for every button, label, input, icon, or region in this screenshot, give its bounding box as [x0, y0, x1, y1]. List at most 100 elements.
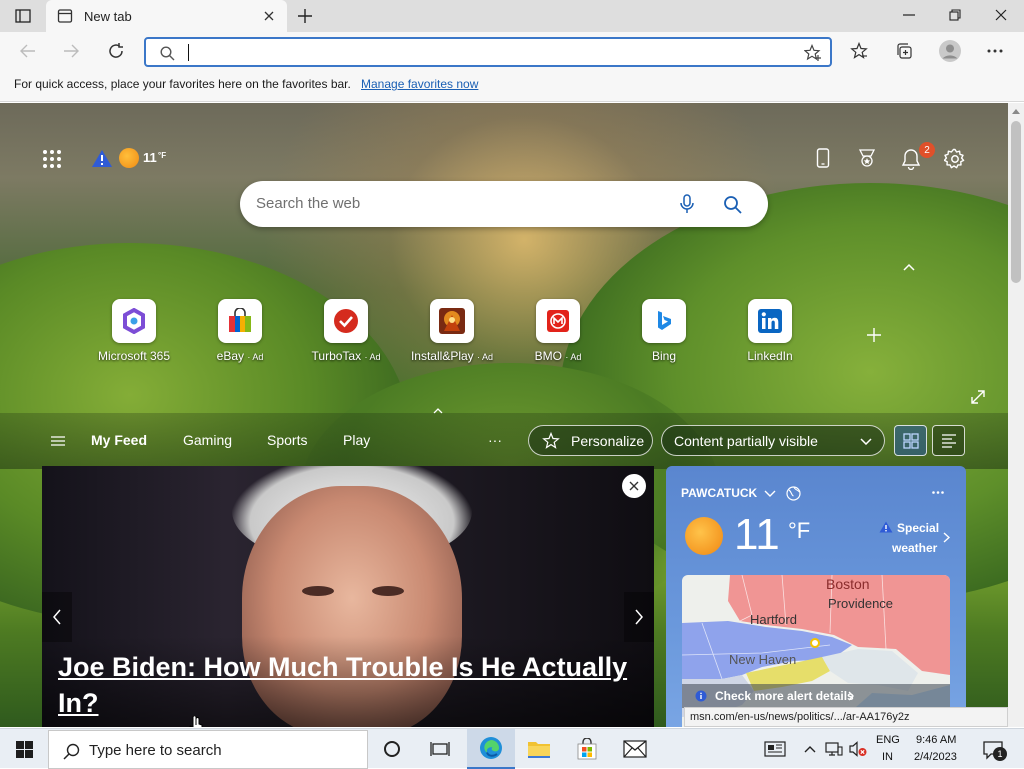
- profile-avatar[interactable]: [938, 39, 962, 63]
- collections-button[interactable]: [893, 40, 915, 62]
- edge-browser-icon: [480, 737, 502, 759]
- taskbar-store-button[interactable]: [563, 729, 611, 769]
- phone-icon[interactable]: [812, 147, 834, 169]
- collapse-chevron-icon[interactable]: [900, 260, 918, 274]
- tile-install-play[interactable]: [430, 299, 474, 343]
- check-alert-details-link[interactable]: Check more alert details: [715, 689, 854, 703]
- web-search-box[interactable]: Search the web: [240, 181, 768, 227]
- tile-microsoft-365[interactable]: [112, 299, 156, 343]
- ad-label: · Ad: [247, 352, 264, 362]
- language-code[interactable]: ENG: [876, 734, 900, 746]
- start-button[interactable]: [0, 729, 48, 769]
- clock-time[interactable]: 9:46 AM: [916, 734, 956, 746]
- tile-bmo[interactable]: [536, 299, 580, 343]
- linkedin-logo-icon: [758, 309, 782, 333]
- alert-chevron-right-icon[interactable]: [940, 530, 952, 544]
- taskbar-file-explorer-button[interactable]: [515, 729, 563, 769]
- new-tab-button[interactable]: [294, 6, 316, 26]
- grid-layout-icon: [902, 432, 919, 449]
- map-city-boston: Boston: [826, 576, 870, 592]
- personalize-button[interactable]: Personalize: [528, 425, 653, 456]
- clock-date[interactable]: 2/4/2023: [914, 751, 957, 763]
- tile-bing[interactable]: [642, 299, 686, 343]
- weather-alert-icon[interactable]: [90, 147, 114, 169]
- alert-details-bar[interactable]: Check more alert details: [682, 684, 950, 708]
- settings-more-icon[interactable]: [984, 40, 1006, 62]
- taskbar-edge-button[interactable]: [467, 729, 515, 769]
- search-submit-icon[interactable]: [721, 193, 743, 215]
- tile-linkedin[interactable]: [748, 299, 792, 343]
- manage-favorites-link[interactable]: Manage favorites now: [361, 77, 478, 91]
- list-layout-button[interactable]: [932, 425, 965, 456]
- taskbar-search-box[interactable]: Type here to search: [48, 730, 368, 769]
- search-icon: [158, 44, 176, 62]
- mouse-cursor: [188, 715, 204, 727]
- nav-my-feed[interactable]: My Feed: [91, 432, 147, 448]
- web-search-placeholder: Search the web: [256, 195, 361, 212]
- cortana-icon[interactable]: [380, 737, 404, 761]
- weather-location[interactable]: PAWCATUCK: [681, 486, 757, 500]
- microphone-icon[interactable]: [676, 193, 698, 215]
- address-bar[interactable]: [144, 37, 832, 67]
- header-weather-temp[interactable]: 11: [143, 150, 157, 165]
- grid-layout-button[interactable]: [894, 425, 927, 456]
- apps-grid-icon[interactable]: [40, 147, 64, 171]
- tile-label-text: Install&Play: [410, 349, 474, 363]
- taskbar-mail-button[interactable]: [611, 729, 659, 769]
- hero-headline[interactable]: Joe Biden: How Much Trouble Is He Actual…: [58, 649, 638, 721]
- hamburger-menu-icon[interactable]: [48, 433, 68, 449]
- globe-icon[interactable]: [784, 484, 802, 502]
- ebay-bag-icon: [229, 308, 251, 332]
- news-feed-icon[interactable]: [762, 739, 788, 759]
- tab-actions-icon[interactable]: [12, 6, 34, 26]
- add-site-plus-icon[interactable]: [864, 325, 884, 345]
- chevron-right-icon: [635, 609, 643, 625]
- nav-gaming[interactable]: Gaming: [183, 432, 232, 448]
- tab-page-icon: [56, 7, 74, 25]
- task-view-icon[interactable]: [428, 737, 452, 761]
- forward-button[interactable]: [60, 40, 82, 62]
- header-weather-unit: °F: [158, 151, 167, 160]
- show-hidden-icons-chevron[interactable]: [802, 741, 818, 757]
- restore-button[interactable]: [944, 6, 966, 24]
- tab-new-tab[interactable]: New tab: [46, 0, 287, 32]
- keyboard-layout[interactable]: IN: [882, 751, 893, 763]
- mail-envelope-icon: [623, 740, 647, 758]
- add-favorite-icon[interactable]: [802, 43, 824, 63]
- back-button[interactable]: [17, 40, 39, 62]
- scrollbar-thumb[interactable]: [1011, 121, 1021, 283]
- carousel-next-button[interactable]: [624, 592, 654, 642]
- weather-card-more-icon[interactable]: [928, 486, 948, 498]
- folder-icon: [528, 742, 550, 758]
- tile-ebay[interactable]: [218, 299, 262, 343]
- nav-sports[interactable]: Sports: [267, 432, 307, 448]
- hero-news-card[interactable]: Joe Biden: How Much Trouble Is He Actual…: [42, 466, 654, 727]
- favorites-button[interactable]: [848, 40, 870, 62]
- special-weather-line2[interactable]: weather: [892, 541, 937, 555]
- page-settings-gear-icon[interactable]: [943, 147, 967, 171]
- carousel-prev-button[interactable]: [42, 592, 72, 642]
- tile-turbotax[interactable]: [324, 299, 368, 343]
- refresh-button[interactable]: [105, 40, 127, 62]
- close-window-button[interactable]: [990, 6, 1012, 24]
- network-icon[interactable]: [824, 740, 844, 758]
- dismiss-card-button[interactable]: [622, 474, 646, 498]
- weather-card[interactable]: PAWCATUCK 11 °F Special weather Boston P…: [666, 466, 966, 727]
- minimize-button[interactable]: [898, 6, 920, 24]
- nav-play[interactable]: Play: [343, 432, 370, 448]
- page-scrollbar[interactable]: [1008, 103, 1024, 727]
- turbotax-check-icon: [334, 309, 358, 333]
- content-visibility-select[interactable]: Content partially visible: [661, 425, 885, 456]
- location-chevron-icon[interactable]: [762, 486, 778, 500]
- nav-more[interactable]: ···: [488, 432, 502, 448]
- address-input[interactable]: [186, 42, 786, 63]
- expand-view-icon[interactable]: [968, 387, 988, 407]
- store-bag-icon: [577, 738, 597, 760]
- scroll-up-arrow-icon[interactable]: [1008, 103, 1024, 119]
- volume-muted-icon[interactable]: [848, 740, 868, 758]
- rewards-icon[interactable]: [855, 147, 879, 169]
- close-tab-icon[interactable]: [260, 7, 278, 25]
- special-weather-line1[interactable]: Special: [897, 521, 939, 535]
- weather-alert-map[interactable]: Boston Providence Hartford New Haven Che…: [682, 575, 950, 727]
- tile-label-text: eBay: [216, 349, 244, 363]
